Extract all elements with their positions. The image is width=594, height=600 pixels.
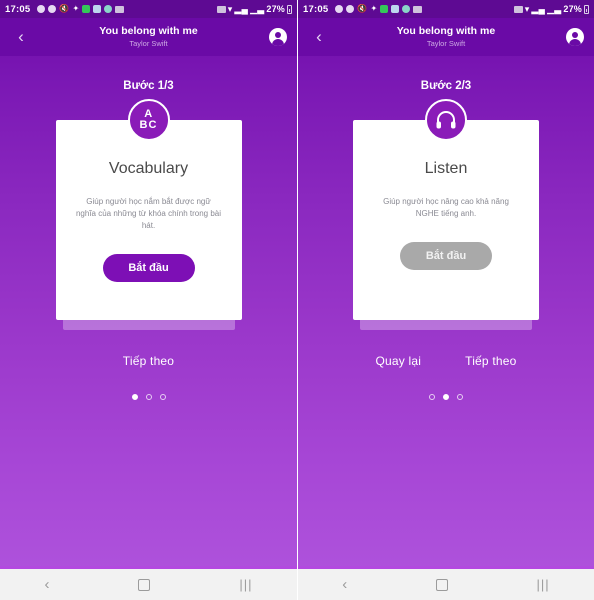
system-nav-bar: ‹ ||| bbox=[0, 566, 297, 600]
alarm-icon bbox=[216, 5, 226, 13]
back-link[interactable]: Quay lại bbox=[375, 354, 421, 368]
page-dot-2[interactable] bbox=[145, 394, 152, 400]
status-bar: 17:05 🔇 ✦ ▾ ▂▄ ▁▃ 27% bbox=[0, 0, 297, 18]
phone-screen-2: 17:05 🔇 ✦ ▾ ▂▄ ▁▃ 27% ‹ You belong with … bbox=[297, 0, 594, 600]
screen-2-content: Bước 2/3 Listen Giúp người học nâng cao … bbox=[298, 56, 594, 566]
message-icon bbox=[37, 5, 46, 13]
abc-icon-line2: BC bbox=[139, 119, 158, 131]
status-clock: 17:05 bbox=[5, 3, 31, 15]
song-artist: Taylor Swift bbox=[129, 39, 168, 48]
lesson-card-2: Listen Giúp người học nâng cao khả năng … bbox=[353, 99, 539, 320]
screen-1-content: Bước 1/3 A BC Vocabulary Giúp người học … bbox=[0, 56, 297, 566]
photo-icon bbox=[413, 5, 423, 13]
signal-icon: ▂▄ bbox=[531, 3, 546, 14]
mute-icon: 🔇 bbox=[357, 4, 368, 13]
mute-icon: 🔇 bbox=[59, 4, 70, 13]
nav-back-icon[interactable]: ‹ bbox=[44, 576, 49, 593]
card-description-2: Giúp người học nâng cao khả năng NGHE ti… bbox=[383, 197, 509, 218]
page-dot-1[interactable] bbox=[429, 394, 435, 400]
app-header: ‹ You belong with me Taylor Swift bbox=[0, 18, 297, 56]
page-dot-2[interactable] bbox=[443, 394, 449, 400]
page-indicator-dots-2 bbox=[298, 394, 594, 400]
signal-icon: ▂▄ bbox=[234, 3, 249, 14]
header-titles: You belong with me Taylor Swift bbox=[0, 25, 297, 49]
lesson-card: A BC Vocabulary Giúp người học nắm bắt đ… bbox=[55, 99, 242, 320]
start-button-2[interactable]: Bắt đầu bbox=[400, 242, 492, 270]
wifi-icon: ▾ bbox=[524, 3, 530, 14]
next-link-2[interactable]: Tiếp theo bbox=[465, 354, 516, 368]
screen-2-nav-links: Quay lại Tiếp theo bbox=[298, 354, 594, 368]
page-dot-3[interactable] bbox=[457, 394, 463, 400]
song-title-2: You belong with me bbox=[396, 25, 496, 37]
app-green-icon bbox=[82, 5, 91, 13]
status-bar-right-2: ▾ ▂▄ ▁▃ 27% bbox=[513, 3, 589, 15]
header-back-button[interactable]: ‹ bbox=[10, 26, 32, 48]
page-indicator-dots bbox=[0, 394, 297, 400]
dual-screenshot-container: 17:05 🔇 ✦ ▾ ▂▄ ▁▃ 27% ‹ You belong with … bbox=[0, 0, 594, 600]
app-green-icon bbox=[380, 5, 389, 13]
start-button[interactable]: Bắt đầu bbox=[102, 254, 195, 282]
signal-bars-icon: ▁▃ bbox=[547, 3, 562, 14]
bluetooth-icon: ✦ bbox=[370, 4, 378, 13]
shield-icon bbox=[104, 5, 113, 13]
download-icon bbox=[93, 5, 102, 13]
wifi-icon: ▾ bbox=[227, 3, 233, 14]
app-header-2: ‹ You belong with me Taylor Swift bbox=[298, 18, 594, 56]
nav-home-icon[interactable] bbox=[138, 578, 151, 591]
battery-percent: 27% bbox=[266, 4, 285, 14]
chat-icon bbox=[346, 5, 355, 13]
signal-bars-icon: ▁▃ bbox=[250, 3, 265, 14]
message-icon bbox=[335, 5, 344, 13]
screen-1-nav-links: Tiếp theo bbox=[0, 354, 297, 368]
phone-screen-1: 17:05 🔇 ✦ ▾ ▂▄ ▁▃ 27% ‹ You belong with … bbox=[0, 0, 297, 600]
header-titles-2: You belong with me Taylor Swift bbox=[298, 25, 594, 49]
nav-recents-icon[interactable]: ||| bbox=[537, 577, 550, 592]
photo-icon bbox=[115, 5, 125, 13]
nav-recents-icon[interactable]: ||| bbox=[239, 577, 252, 592]
headphones-icon bbox=[425, 99, 467, 141]
step-indicator: Bước 1/3 bbox=[123, 80, 174, 92]
battery-icon bbox=[287, 4, 292, 14]
header-back-button-2[interactable]: ‹ bbox=[308, 26, 330, 48]
system-nav-bar-2: ‹ ||| bbox=[298, 566, 594, 600]
account-circle-icon[interactable] bbox=[566, 28, 584, 46]
status-bar-left-2: 17:05 🔇 ✦ bbox=[303, 3, 423, 15]
page-dot-3[interactable] bbox=[159, 394, 166, 400]
step-indicator-2: Bước 2/3 bbox=[420, 80, 472, 92]
status-bar-right: ▾ ▂▄ ▁▃ 27% bbox=[216, 3, 292, 15]
next-link[interactable]: Tiếp theo bbox=[123, 354, 174, 368]
card-description: Giúp người học nắm bắt được ngữ nghĩa củ… bbox=[75, 197, 222, 230]
page-dot-1[interactable] bbox=[131, 394, 138, 400]
battery-percent-2: 27% bbox=[563, 4, 582, 14]
chat-icon bbox=[48, 5, 57, 13]
status-clock-2: 17:05 bbox=[303, 3, 329, 15]
lesson-card-wrapper-2: Listen Giúp người học nâng cao khả năng … bbox=[353, 99, 539, 330]
status-bar-left: 17:05 🔇 ✦ bbox=[5, 3, 125, 15]
card-title-2: Listen bbox=[424, 160, 468, 177]
abc-icon: A BC bbox=[127, 99, 170, 141]
battery-icon bbox=[584, 4, 589, 14]
bluetooth-icon: ✦ bbox=[72, 4, 80, 13]
shield-icon bbox=[402, 5, 411, 13]
alarm-icon bbox=[513, 5, 523, 13]
nav-home-icon[interactable] bbox=[435, 578, 448, 591]
song-title: You belong with me bbox=[99, 25, 198, 37]
lesson-card-wrapper: A BC Vocabulary Giúp người học nắm bắt đ… bbox=[55, 99, 242, 330]
nav-back-icon[interactable]: ‹ bbox=[342, 576, 347, 593]
account-circle-icon[interactable] bbox=[269, 28, 287, 46]
song-artist-2: Taylor Swift bbox=[426, 39, 466, 48]
download-icon bbox=[391, 5, 400, 13]
card-title: Vocabulary bbox=[108, 160, 189, 177]
status-bar-2: 17:05 🔇 ✦ ▾ ▂▄ ▁▃ 27% bbox=[298, 0, 594, 18]
